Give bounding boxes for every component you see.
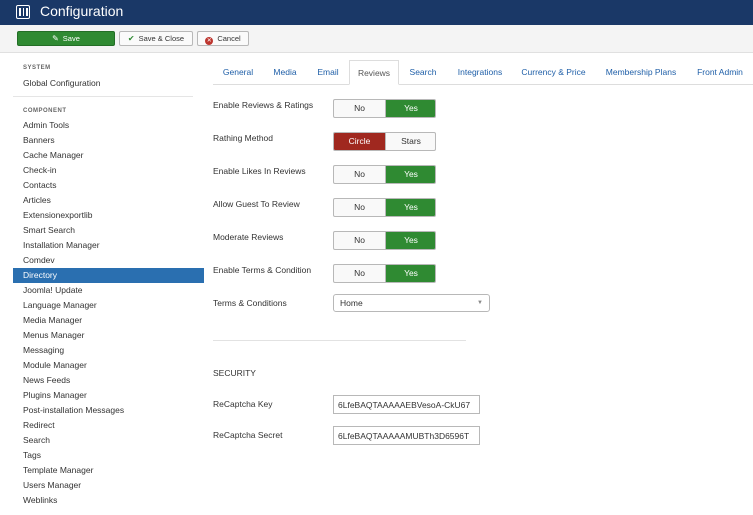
sidebar-item-media-manager[interactable]: Media Manager [13, 313, 204, 328]
allow-guest-toggle: No Yes [333, 198, 436, 217]
check-icon: ✔ [127, 34, 135, 43]
tab-email[interactable]: Email [307, 60, 349, 85]
sidebar-item-contacts[interactable]: Contacts [13, 178, 204, 193]
sidebar-item-banners[interactable]: Banners [13, 133, 204, 148]
tab-integrations[interactable]: Integrations [447, 60, 513, 85]
enable-reviews-toggle: No Yes [333, 99, 436, 118]
sidebar-item-module-manager[interactable]: Module Manager [13, 358, 204, 373]
sidebar-item-search[interactable]: Search [13, 433, 204, 448]
sidebar-item-smart-search[interactable]: Smart Search [13, 223, 204, 238]
system-heading: SYSTEM [23, 65, 51, 71]
tab-general[interactable]: General [213, 60, 263, 85]
sidebar-item-articles[interactable]: Articles [13, 193, 204, 208]
enable-reviews-yes[interactable]: Yes [385, 100, 435, 117]
terms-conditions-label: Terms & Conditions [213, 298, 287, 308]
recaptcha-key-input[interactable] [333, 395, 480, 414]
enable-likes-no[interactable]: No [334, 166, 385, 183]
enable-reviews-label: Enable Reviews & Ratings [213, 100, 314, 110]
cancel-icon: ✕ [205, 37, 214, 45]
component-heading: COMPONENT [23, 108, 67, 114]
tab-currency-price[interactable]: Currency & Price [513, 60, 594, 85]
sidebar-item-comdev[interactable]: Comdev [13, 253, 204, 268]
rating-method-toggle: Circle Stars [333, 132, 436, 151]
sidebar-item-directory[interactable]: Directory [13, 268, 204, 283]
sidebar-item-template-manager[interactable]: Template Manager [13, 463, 204, 478]
terms-conditions-value: Home [340, 298, 363, 308]
save-button[interactable]: ✎ Save [17, 31, 115, 46]
sidebar-item-installation-manager[interactable]: Installation Manager [13, 238, 204, 253]
sidebar-item-post-installation-messages[interactable]: Post-installation Messages [13, 403, 204, 418]
allow-guest-yes[interactable]: Yes [385, 199, 435, 216]
allow-guest-label: Allow Guest To Review [213, 199, 300, 209]
sidebar-item-cache-manager[interactable]: Cache Manager [13, 148, 204, 163]
enable-terms-label: Enable Terms & Condition [213, 265, 312, 275]
sidebar-item-messaging[interactable]: Messaging [13, 343, 204, 358]
rating-method-circle[interactable]: Circle [334, 133, 385, 150]
moderate-reviews-label: Moderate Reviews [213, 232, 284, 242]
settings-grid-icon [16, 5, 30, 19]
sidebar-item-language-manager[interactable]: Language Manager [13, 298, 204, 313]
tab-media[interactable]: Media [263, 60, 307, 85]
recaptcha-secret-input[interactable] [333, 426, 480, 445]
sidebar-item-menus-manager[interactable]: Menus Manager [13, 328, 204, 343]
tab-reviews[interactable]: Reviews [349, 60, 399, 85]
sidebar-item-extensionexportlib[interactable]: Extensionexportlib [13, 208, 204, 223]
tab-search[interactable]: Search [399, 60, 447, 85]
recaptcha-secret-label: ReCaptcha Secret [213, 430, 283, 440]
app-header: Configuration [0, 0, 753, 25]
sidebar-item-global-configuration[interactable]: Global Configuration [23, 78, 101, 88]
rating-method-label: Rathing Method [213, 133, 274, 143]
moderate-reviews-toggle: No Yes [333, 231, 436, 250]
rating-method-stars[interactable]: Stars [385, 133, 435, 150]
component-list: Admin Tools Banners Cache Manager Check-in C… [13, 118, 204, 508]
sidebar-item-check-in[interactable]: Check-in [13, 163, 204, 178]
enable-reviews-no[interactable]: No [334, 100, 385, 117]
sidebar-item-users-manager[interactable]: Users Manager [13, 478, 204, 493]
tab-front-admin[interactable]: Front Admin [688, 60, 752, 85]
sidebar-item-admin-tools[interactable]: Admin Tools [13, 118, 204, 133]
enable-likes-yes[interactable]: Yes [385, 166, 435, 183]
sidebar-item-joomla-update[interactable]: Joomla! Update [13, 283, 204, 298]
enable-terms-toggle: No Yes [333, 264, 436, 283]
section-divider [213, 340, 466, 341]
save-label: Save [62, 34, 80, 43]
security-heading: SECURITY [213, 368, 256, 378]
enable-likes-label: Enable Likes In Reviews [213, 166, 306, 176]
moderate-reviews-yes[interactable]: Yes [385, 232, 435, 249]
cancel-label: Cancel [217, 34, 241, 43]
page-title: Configuration [40, 3, 124, 19]
recaptcha-key-label: ReCaptcha Key [213, 399, 273, 409]
allow-guest-no[interactable]: No [334, 199, 385, 216]
sidebar-item-redirect[interactable]: Redirect [13, 418, 204, 433]
caret-down-icon: ▼ [477, 300, 483, 306]
config-tabs: General Media Email Reviews Search Integratio… [213, 60, 753, 85]
terms-conditions-select[interactable]: Home ▼ [333, 294, 490, 312]
sidebar-item-tags[interactable]: Tags [13, 448, 204, 463]
enable-terms-no[interactable]: No [334, 265, 385, 282]
sidebar-divider [13, 96, 193, 97]
save-close-label: Save & Close [138, 34, 185, 43]
sidebar-item-news-feeds[interactable]: News Feeds [13, 373, 204, 388]
enable-likes-toggle: No Yes [333, 165, 436, 184]
sidebar-item-weblinks[interactable]: Weblinks [13, 493, 204, 508]
save-icon: ✎ [52, 34, 59, 43]
cancel-button[interactable]: ✕ Cancel [197, 31, 249, 46]
save-close-button[interactable]: ✔ Save & Close [119, 31, 193, 46]
toolbar: ✎ Save ✔ Save & Close ✕ Cancel [0, 25, 753, 53]
sidebar-item-plugins-manager[interactable]: Plugins Manager [13, 388, 204, 403]
enable-terms-yes[interactable]: Yes [385, 265, 435, 282]
moderate-reviews-no[interactable]: No [334, 232, 385, 249]
tab-membership-plans[interactable]: Membership Plans [594, 60, 688, 85]
